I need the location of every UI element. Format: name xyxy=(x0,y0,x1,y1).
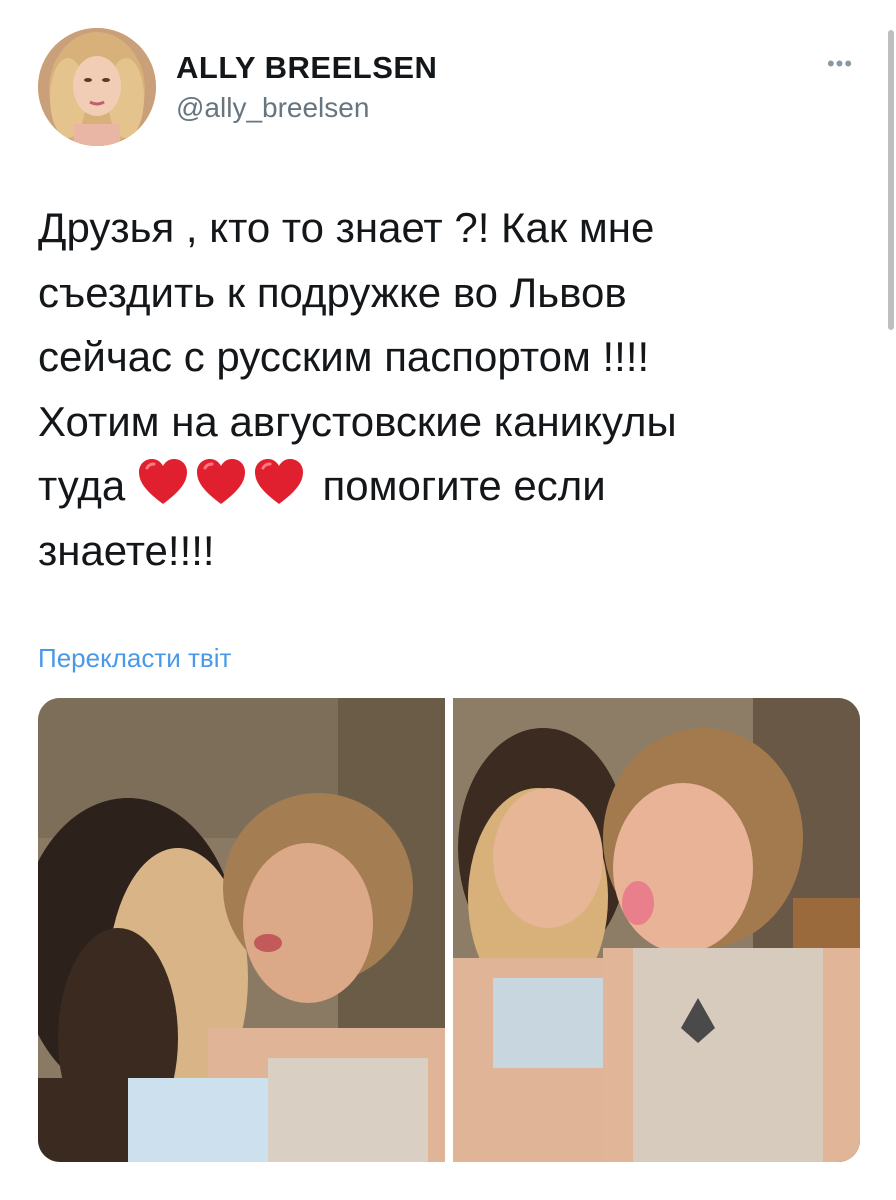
tweet-text-line: Хотим на августовские каникулы xyxy=(38,397,677,445)
scrollbar[interactable] xyxy=(888,30,894,330)
tweet-text-line: съездить к подружке во Львов xyxy=(38,268,627,316)
display-name[interactable]: ALLY BREELSEN xyxy=(176,50,437,86)
tweet-text-line: сейчас с русским паспортом !!!! xyxy=(38,333,650,380)
avatar[interactable] xyxy=(38,28,156,146)
translate-tweet-link[interactable]: Перекласти твіт xyxy=(38,643,231,674)
red-heart-icon xyxy=(196,459,245,504)
tweet-text: Друзья , кто то знает ?! Как мне съездит… xyxy=(38,196,838,583)
tweet-text-fragment: туда xyxy=(38,462,137,509)
tweet-text-line-emoji: туда помогите если xyxy=(38,454,838,519)
photo-2[interactable] xyxy=(453,698,860,1162)
tweet-card: ALLY BREELSEN @ally_breelsen ••• Друзья … xyxy=(0,0,896,1200)
photo-1[interactable] xyxy=(38,698,445,1162)
red-heart-icon xyxy=(254,459,303,504)
media-grid xyxy=(38,698,860,1162)
tweet-text-line: знаете!!!! xyxy=(38,526,215,574)
more-dots-icon[interactable]: ••• xyxy=(820,52,860,76)
user-handle[interactable]: @ally_breelsen xyxy=(176,92,369,124)
red-heart-icon xyxy=(138,459,187,504)
tweet-text-line: Друзья , кто то знает ?! Как мне xyxy=(38,204,655,251)
tweet-text-fragment: помогите если xyxy=(310,462,606,509)
